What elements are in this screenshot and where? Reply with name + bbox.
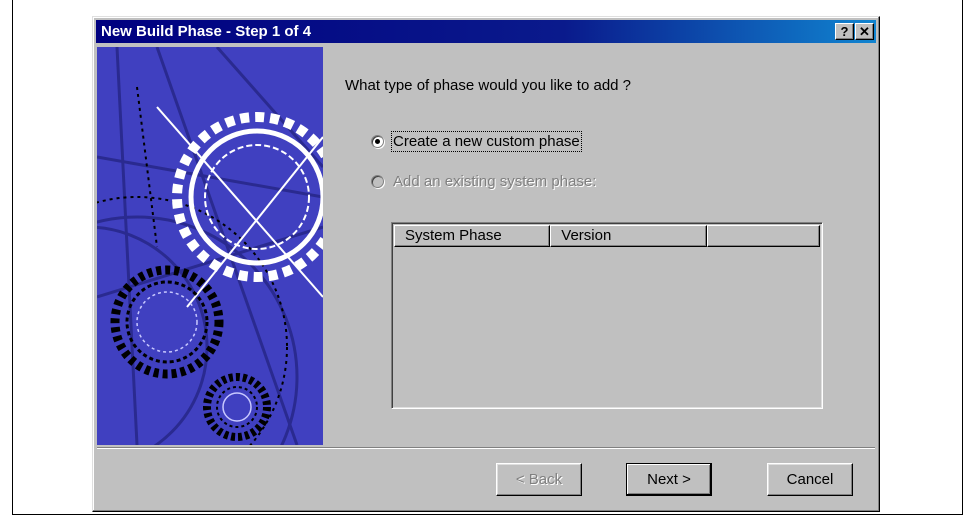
system-phase-list: System Phase Version (391, 222, 823, 409)
window-title: New Build Phase - Step 1 of 4 (101, 23, 312, 40)
wizard-content: What type of phase would you like to add… (323, 47, 875, 445)
option-label: Add an existing system phase: (393, 173, 597, 190)
question-text: What type of phase would you like to add… (345, 77, 632, 94)
radio-unselected-icon (371, 175, 384, 188)
list-header: System Phase Version (394, 225, 821, 247)
option-label: Create a new custom phase (391, 131, 582, 152)
gears-illustration-icon (97, 47, 323, 445)
button-separator (97, 447, 875, 449)
next-button[interactable]: Next > (626, 463, 712, 496)
help-button[interactable]: ? (835, 23, 854, 40)
title-bar[interactable]: New Build Phase - Step 1 of 4 ? ✕ (96, 20, 876, 43)
wizard-dialog: New Build Phase - Step 1 of 4 ? ✕ What t… (92, 16, 880, 512)
column-header-version[interactable]: Version (550, 225, 707, 247)
radio-selected-icon[interactable] (371, 135, 384, 148)
column-header-empty[interactable] (706, 225, 821, 247)
option-existing-system-phase: Add an existing system phase: (371, 173, 596, 190)
back-button: < Back (496, 463, 582, 496)
option-new-custom-phase[interactable]: Create a new custom phase (371, 131, 582, 152)
column-header-system-phase[interactable]: System Phase (394, 225, 551, 247)
close-button[interactable]: ✕ (855, 23, 874, 40)
cancel-button[interactable]: Cancel (767, 463, 853, 496)
